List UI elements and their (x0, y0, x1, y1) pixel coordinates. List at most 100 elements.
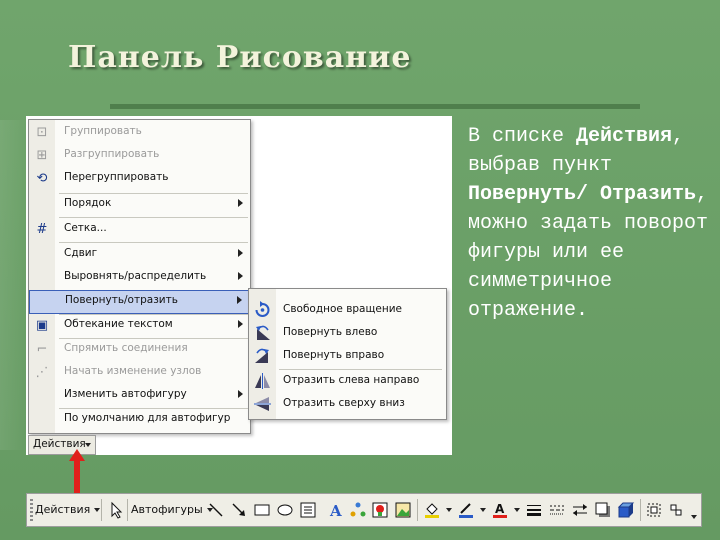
slide-title: Панель Рисование (68, 40, 412, 75)
clipart-icon[interactable] (371, 501, 389, 519)
submenu-arrow-icon (238, 390, 243, 398)
toolbar-overflow-button[interactable] (687, 508, 697, 526)
chevron-down-icon (446, 508, 452, 512)
submenu-arrow-icon (238, 199, 243, 207)
drawing-toolbar: Действия Автофигуры A A (26, 493, 702, 527)
flip-horizontal-icon (253, 372, 272, 390)
menu-item-label: Спрямить соединения (64, 342, 188, 354)
svg-text:A: A (329, 502, 342, 519)
menu-item-label: Обтекание текстом (64, 318, 173, 330)
menu-item-group[interactable]: ⊡ Группировать (29, 122, 250, 144)
font-color-icon[interactable]: A (491, 501, 509, 519)
menu-item-label: Начать изменение узлов (64, 365, 202, 377)
menu-item-label: Разгруппировать (64, 148, 160, 160)
diagram-icon[interactable] (349, 501, 367, 519)
submenu-item-flip-vertical[interactable]: Отразить сверху вниз (249, 393, 446, 415)
picture-icon[interactable] (394, 501, 412, 519)
title-underline (110, 104, 640, 109)
menu-item-label: Группировать (64, 125, 142, 137)
select-objects-icon[interactable] (645, 501, 663, 519)
submenu-arrow-icon (238, 320, 243, 328)
textbox-icon[interactable] (299, 501, 317, 519)
menu-item-label: Повернуть/отразить (65, 294, 178, 306)
toolbar-autoshapes-label: Автофигуры (131, 503, 203, 516)
actions-dropdown-button[interactable]: Действия (28, 435, 96, 455)
toolbar-separator (417, 499, 418, 521)
menu-item-change-autoshape[interactable]: Изменить автофигуру (29, 385, 250, 407)
menu-item-regroup[interactable]: ⟲ Перегруппировать (29, 168, 250, 190)
free-rotate-icon (253, 301, 272, 319)
menu-separator (59, 242, 248, 243)
rotate-right-icon (253, 347, 272, 365)
toolbar-grip[interactable] (30, 499, 33, 521)
fill-color-dropdown[interactable] (442, 501, 452, 519)
description-text: В списке (468, 125, 577, 148)
menu-item-grid[interactable]: # Сетка... (29, 219, 250, 241)
submenu-item-label: Отразить сверху вниз (283, 397, 405, 409)
line-color-icon[interactable] (457, 501, 475, 519)
menu-item-nudge[interactable]: Сдвиг (29, 244, 250, 266)
wordart-icon[interactable]: A (327, 501, 345, 519)
menu-item-text-wrapping[interactable]: ▣ Обтекание текстом (29, 315, 250, 337)
3d-icon[interactable] (617, 501, 635, 519)
menu-item-autoshape-defaults[interactable]: По умолчанию для автофигур (29, 409, 250, 431)
ungroup-icon: ⊞ (36, 148, 48, 163)
grid-icon: # (36, 222, 48, 237)
font-color-dropdown[interactable] (510, 501, 520, 519)
edit-points-icon: ⋰ (35, 365, 49, 380)
toolbar-autoshapes-button[interactable]: Автофигуры (131, 501, 213, 519)
submenu-item-free-rotate[interactable]: Свободное вращение (249, 299, 446, 321)
line-color-dropdown[interactable] (476, 501, 486, 519)
chevron-down-icon (480, 508, 486, 512)
line-style-icon[interactable] (525, 501, 543, 519)
menu-item-straighten-connectors[interactable]: ⌐ Спрямить соединения (29, 339, 250, 361)
submenu-item-label: Отразить слева направо (283, 374, 420, 386)
menu-screenshot: ⊡ Группировать ⊞ Разгруппировать ⟲ Перег… (26, 116, 452, 455)
svg-text:A: A (495, 502, 505, 516)
submenu-arrow-icon (238, 272, 243, 280)
submenu-arrow-icon (238, 249, 243, 257)
rectangle-icon[interactable] (253, 501, 271, 519)
toolbar-options-icon[interactable] (667, 501, 685, 519)
slide-description: В списке Действия, выбрав пункт Повернут… (468, 122, 714, 325)
menu-item-edit-points[interactable]: ⋰ Начать изменение узлов (29, 362, 250, 384)
arrow-icon[interactable] (230, 501, 248, 519)
shadow-icon[interactable] (594, 501, 612, 519)
rotate-left-icon (253, 324, 272, 342)
oval-icon[interactable] (276, 501, 294, 519)
dash-style-icon[interactable] (548, 501, 566, 519)
flip-vertical-icon (253, 395, 272, 413)
fill-color-icon[interactable] (423, 501, 441, 519)
description-keyword: Повернуть/ Отразить (468, 183, 697, 206)
chevron-down-icon (514, 508, 520, 512)
menu-item-order[interactable]: Порядок (29, 194, 250, 216)
toolbar-actions-button[interactable]: Действия (35, 501, 101, 519)
menu-item-label: Сдвиг (64, 247, 98, 259)
submenu-item-label: Повернуть влево (283, 326, 378, 338)
submenu-item-rotate-right[interactable]: Повернуть вправо (249, 345, 446, 367)
chevron-down-icon (85, 443, 91, 447)
arrow-style-icon[interactable] (571, 501, 589, 519)
menu-item-align-distribute[interactable]: Выровнять/распределить (29, 267, 250, 289)
menu-item-label: Сетка... (64, 222, 107, 234)
menu-separator (59, 217, 248, 218)
connector-icon: ⌐ (36, 342, 48, 357)
toolbar-separator (640, 499, 641, 521)
select-arrow-icon[interactable] (107, 501, 125, 519)
menu-item-label: Изменить автофигуру (64, 388, 187, 400)
menu-item-ungroup[interactable]: ⊞ Разгруппировать (29, 145, 250, 167)
rotate-flip-submenu: Свободное вращение Повернуть влево Повер… (248, 288, 447, 420)
menu-item-label: По умолчанию для автофигур (64, 412, 231, 424)
toolbar-separator (101, 499, 102, 521)
submenu-item-rotate-left[interactable]: Повернуть влево (249, 322, 446, 344)
text-wrap-icon: ▣ (35, 318, 49, 333)
menu-item-label: Перегруппировать (64, 171, 169, 183)
submenu-item-flip-horizontal[interactable]: Отразить слева направо (249, 370, 446, 392)
toolbar-separator (127, 499, 128, 521)
line-icon[interactable] (207, 501, 225, 519)
menu-item-label: Порядок (64, 197, 112, 209)
toolbar-actions-label: Действия (35, 503, 91, 516)
chevron-down-icon (94, 508, 101, 512)
menu-item-rotate-flip[interactable]: Повернуть/отразить (29, 290, 250, 314)
submenu-item-label: Повернуть вправо (283, 349, 385, 361)
